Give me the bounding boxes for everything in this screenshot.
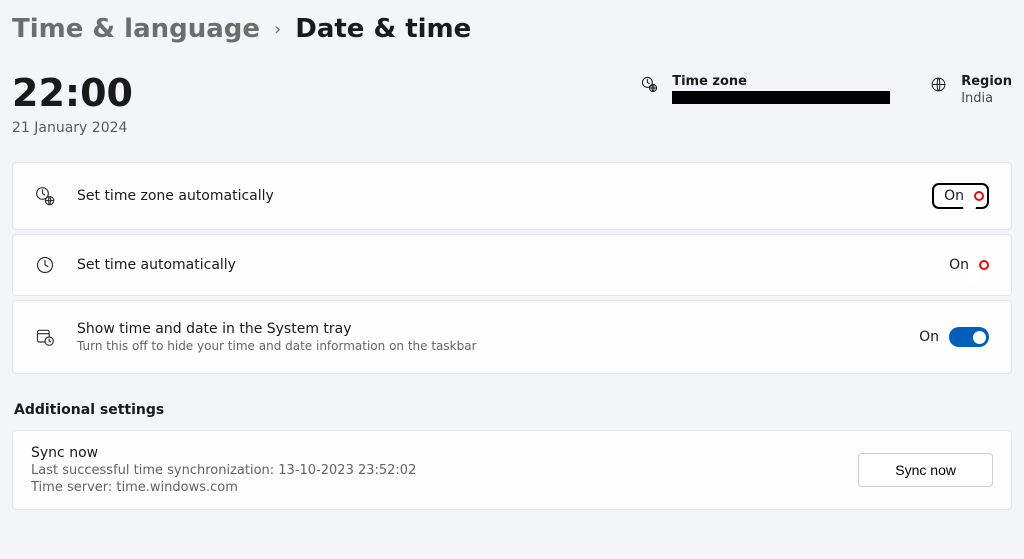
breadcrumb: Time & language › Date & time <box>12 14 1012 44</box>
toggle-highlight <box>979 260 989 270</box>
clock-date: 21 January 2024 <box>12 120 641 136</box>
calendar-clock-icon <box>35 327 55 347</box>
setting-tray[interactable]: Show time and date in the System tray Tu… <box>12 300 1012 374</box>
toggle-focus-outline: On <box>932 183 989 209</box>
toggle-state-label: On <box>949 257 969 273</box>
setting-title: Show time and date in the System tray <box>77 321 919 337</box>
setting-auto-timezone[interactable]: Set time zone automatically On <box>12 162 1012 230</box>
tz-value-redacted <box>672 91 890 104</box>
toggle-state-label: On <box>919 329 939 345</box>
setting-title: Set time zone automatically <box>77 188 932 204</box>
clock-globe-icon <box>35 186 55 206</box>
sync-card: Sync now Last successful time synchroniz… <box>12 430 1012 510</box>
setting-title: Set time automatically <box>77 257 949 273</box>
header-row: 22:00 21 January 2024 Time zone Region I… <box>12 74 1012 136</box>
clock-time: 22:00 <box>12 74 641 112</box>
setting-subtitle: Turn this off to hide your time and date… <box>77 339 919 353</box>
sync-title: Sync now <box>31 445 858 461</box>
toggle-state-label: On <box>944 188 964 204</box>
region-value: India <box>961 91 1012 106</box>
globe-icon <box>930 76 947 93</box>
sync-server: Time server: time.windows.com <box>31 480 858 495</box>
toggle-tray[interactable] <box>949 327 989 347</box>
clock-block: 22:00 21 January 2024 <box>12 74 641 136</box>
toggle-highlight <box>974 191 984 201</box>
tz-label: Time zone <box>672 74 890 89</box>
timezone-meta: Time zone <box>641 74 890 104</box>
clock-icon <box>35 255 55 275</box>
region-label: Region <box>961 74 1012 89</box>
section-additional-heading: Additional settings <box>14 402 1012 418</box>
chevron-right-icon: › <box>274 19 281 40</box>
clock-globe-icon <box>641 76 658 93</box>
breadcrumb-parent[interactable]: Time & language <box>12 14 260 44</box>
sync-now-button[interactable]: Sync now <box>858 453 993 487</box>
setting-auto-time[interactable]: Set time automatically On <box>12 234 1012 296</box>
breadcrumb-current: Date & time <box>295 14 471 44</box>
region-meta: Region India <box>930 74 1012 106</box>
sync-last: Last successful time synchronization: 13… <box>31 463 858 478</box>
